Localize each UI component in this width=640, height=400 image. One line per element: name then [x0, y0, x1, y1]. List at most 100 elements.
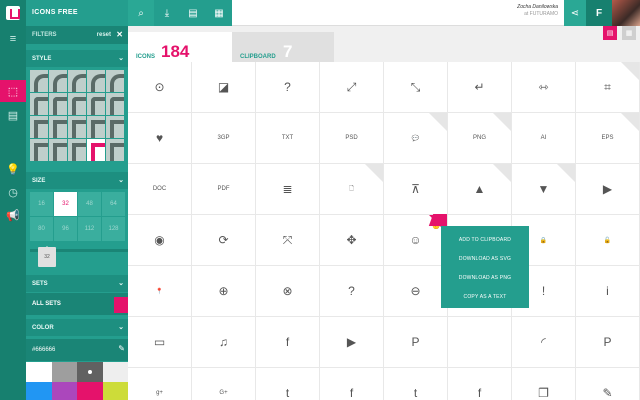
color-swatch[interactable] — [26, 382, 52, 400]
color-swatch[interactable] — [77, 362, 103, 382]
color-swatch[interactable] — [102, 362, 128, 382]
size-slider[interactable]: 32 — [26, 246, 128, 275]
facebook-icon[interactable]: f — [448, 368, 512, 400]
file-eps-icon[interactable]: EPS — [576, 113, 640, 164]
icon-cell[interactable]: 🗋 — [320, 164, 384, 215]
style-option[interactable] — [68, 116, 86, 138]
inbox-icon[interactable]: ▤ — [0, 104, 26, 126]
fit-width-icon[interactable]: ⇿ — [512, 62, 576, 113]
style-option[interactable] — [49, 116, 67, 138]
add-to-clipboard-item[interactable]: ADD TO CLIPBOARD — [441, 230, 529, 249]
download-icon[interactable]: ⤓ — [154, 0, 180, 26]
color-swatch[interactable] — [51, 362, 77, 382]
copy-icon[interactable]: ❐ — [512, 368, 576, 400]
file-doc-icon[interactable]: DOC — [128, 164, 192, 215]
style-option[interactable] — [30, 93, 48, 115]
move-icon[interactable]: ✥ — [320, 215, 384, 266]
style-header[interactable]: STYLE ⌄ — [26, 50, 128, 67]
color-swatch[interactable] — [102, 382, 128, 400]
size-option[interactable]: 16 — [30, 192, 53, 216]
tab-clipboard[interactable]: CLIPBOARD 7 — [232, 32, 334, 62]
download-svg-item[interactable]: DOWNLOAD AS SVG — [441, 249, 529, 268]
download-png-item[interactable]: DOWNLOAD AS PNG — [441, 268, 529, 287]
refresh-icon[interactable]: ⟳ — [192, 215, 256, 266]
size-option[interactable]: 112 — [78, 217, 101, 241]
all-sets-option[interactable]: ALL SETS — [26, 293, 128, 315]
size-header[interactable]: SIZE ⌄ — [26, 172, 128, 189]
compress-icon[interactable]: ⤧ — [256, 215, 320, 266]
size-option[interactable]: 64 — [102, 192, 125, 216]
file-png-icon[interactable]: PNG — [448, 113, 512, 164]
question-circle-icon[interactable]: ? — [320, 266, 384, 317]
pencil-icon[interactable]: ✎ — [576, 368, 640, 400]
record-icon[interactable]: ⊙ — [128, 62, 192, 113]
tv-icon[interactable]: ▭ — [128, 317, 192, 368]
circle-up-icon[interactable]: ⊼ — [384, 164, 448, 215]
style-option[interactable] — [30, 139, 48, 161]
style-option[interactable] — [106, 139, 124, 161]
corner-square-icon[interactable]: ◪ — [192, 62, 256, 113]
menu-icon[interactable]: ≡ — [0, 28, 26, 50]
minus-circle-icon[interactable]: ⊖ — [384, 266, 448, 317]
slider-knob[interactable]: 32 — [38, 246, 56, 267]
style-option[interactable] — [87, 93, 105, 115]
broken-heart-icon[interactable]: ♥ — [128, 113, 192, 164]
close-circle-icon[interactable]: ⊗ — [256, 266, 320, 317]
music-icon[interactable]: ♫ — [192, 317, 256, 368]
style-option[interactable] — [49, 93, 67, 115]
tab-icons[interactable]: ICONS 184 — [128, 32, 232, 62]
info-circle-icon[interactable]: i — [576, 266, 640, 317]
style-option[interactable] — [49, 70, 67, 92]
document-icon[interactable]: ▤ — [180, 0, 206, 26]
avatar[interactable] — [612, 0, 640, 26]
size-option[interactable]: 128 — [102, 217, 125, 241]
resize-diagonal-icon[interactable]: ⤡ — [384, 62, 448, 113]
megaphone-icon[interactable]: 📢 — [0, 204, 26, 226]
circle-up-filled-icon[interactable]: ▲ — [448, 164, 512, 215]
style-option[interactable] — [106, 93, 124, 115]
lightbulb-icon[interactable]: 💡 — [0, 158, 26, 180]
comment-icon[interactable]: 💬 — [384, 113, 448, 164]
plus-circle-icon[interactable]: ⊕ — [192, 266, 256, 317]
reset-link[interactable]: reset — [97, 32, 111, 38]
style-option[interactable] — [30, 116, 48, 138]
style-option[interactable] — [87, 116, 105, 138]
facebook-square-icon[interactable]: f — [320, 368, 384, 400]
crop-icon[interactable]: ⌗ — [576, 62, 640, 113]
color-swatch[interactable] — [26, 362, 52, 382]
twitter-icon[interactable]: t — [384, 368, 448, 400]
export-icon[interactable]: ▦ — [206, 0, 232, 26]
style-option[interactable] — [30, 70, 48, 92]
color-swatch[interactable] — [51, 382, 77, 400]
list-view-icon[interactable]: ▤ — [603, 26, 617, 40]
return-icon[interactable]: ↵ — [448, 62, 512, 113]
circle-play-icon[interactable]: ▶ — [576, 164, 640, 215]
eye-icon[interactable]: ◉ — [128, 215, 192, 266]
twitter-square-icon[interactable]: t — [256, 368, 320, 400]
sets-header[interactable]: SETS ⌄ — [26, 275, 128, 292]
circle-down-icon[interactable]: ▼ — [512, 164, 576, 215]
app-logo[interactable] — [0, 0, 26, 26]
size-option-selected[interactable]: 32 — [54, 192, 77, 216]
pinterest-icon[interactable]: P — [576, 317, 640, 368]
share-icon[interactable]: ⋖ — [564, 0, 586, 26]
style-option[interactable] — [49, 139, 67, 161]
style-option-selected[interactable] — [87, 139, 105, 161]
file-3gp-icon[interactable]: 3GP — [192, 113, 256, 164]
grid-view-icon[interactable]: ▦ — [622, 26, 636, 40]
file-psd-icon[interactable]: PSD — [320, 113, 384, 164]
style-option[interactable] — [68, 93, 86, 115]
youtube-icon[interactable]: ▶ — [320, 317, 384, 368]
file-txt-icon[interactable]: TXT — [256, 113, 320, 164]
style-option[interactable] — [68, 139, 86, 161]
f-button[interactable]: F — [586, 0, 612, 26]
color-header[interactable]: COLOR ⌄ — [26, 319, 128, 336]
search-icon[interactable]: ⌕ — [128, 0, 154, 26]
icon-cell[interactable] — [448, 317, 512, 368]
map-pin-icon[interactable]: 📍 — [128, 266, 192, 317]
file-ai-icon[interactable]: AI — [512, 113, 576, 164]
eyedropper-icon[interactable]: ✎ — [118, 344, 125, 353]
color-value-row[interactable]: #666666 ✎ — [26, 339, 128, 361]
copy-as-text-item[interactable]: COPY AS A TEXT — [441, 287, 529, 306]
clock-icon[interactable]: ◷ — [0, 181, 26, 203]
